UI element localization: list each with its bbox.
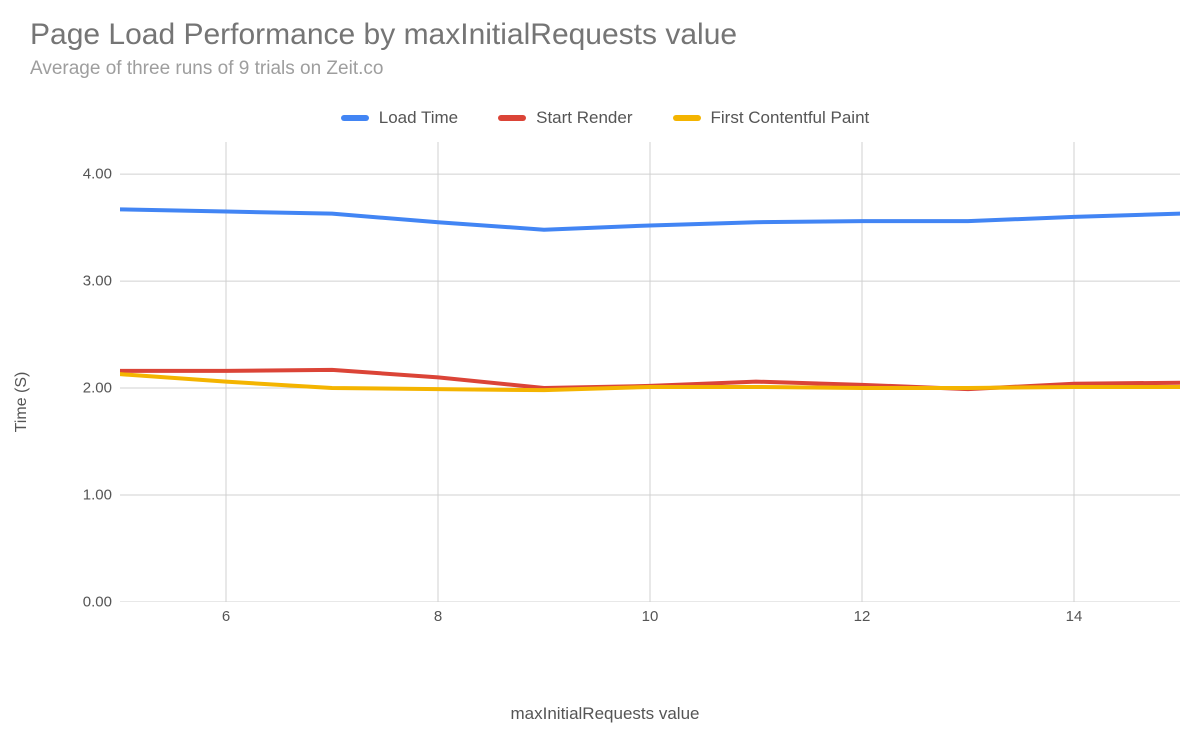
legend-swatch xyxy=(498,115,526,121)
legend-swatch xyxy=(673,115,701,121)
x-tick-label: 12 xyxy=(854,608,871,625)
x-tick-label: 10 xyxy=(642,608,659,625)
legend-item-start-render: Start Render xyxy=(498,108,632,128)
legend-label: Load Time xyxy=(379,108,458,128)
plot-area xyxy=(120,142,1180,602)
legend-item-load-time: Load Time xyxy=(341,108,458,128)
x-tick-label: 6 xyxy=(222,608,230,625)
legend: Load Time Start Render First Contentful … xyxy=(30,108,1180,128)
y-tick-label: 0.00 xyxy=(30,594,112,611)
chart-title: Page Load Performance by maxInitialReque… xyxy=(30,18,1180,52)
y-tick-label: 4.00 xyxy=(30,166,112,183)
data-lines xyxy=(120,142,1180,602)
x-axis-ticks: 6 8 10 12 14 xyxy=(120,608,1180,628)
x-axis-label: maxInitialRequests value xyxy=(30,704,1180,724)
chart-container: Page Load Performance by maxInitialReque… xyxy=(30,18,1180,724)
x-tick-label: 8 xyxy=(434,608,442,625)
legend-swatch xyxy=(341,115,369,121)
legend-label: First Contentful Paint xyxy=(711,108,870,128)
x-tick-label: 14 xyxy=(1066,608,1083,625)
y-axis-label: Time (S) xyxy=(13,372,31,433)
legend-label: Start Render xyxy=(536,108,632,128)
plot-zone: Time (S) 0.001.002.003.004.00 68101214 xyxy=(30,142,1180,662)
y-axis-ticks: 0.001.002.003.004.00 xyxy=(30,142,112,602)
chart-subtitle: Average of three runs of 9 trials on Zei… xyxy=(30,58,1180,80)
y-tick-label: 2.00 xyxy=(30,380,112,397)
legend-item-fcp: First Contentful Paint xyxy=(673,108,870,128)
y-tick-label: 3.00 xyxy=(30,273,112,290)
y-tick-label: 1.00 xyxy=(30,487,112,504)
